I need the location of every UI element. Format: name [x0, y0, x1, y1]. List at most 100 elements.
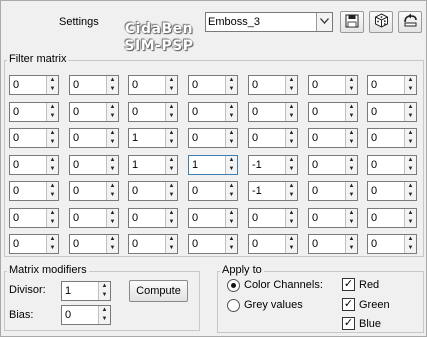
down-arrow-icon[interactable]: ▼: [47, 138, 58, 147]
matrix-cell-stepper[interactable]: 0 ▲ ▼: [69, 234, 119, 254]
down-arrow-icon[interactable]: ▼: [286, 138, 297, 147]
matrix-cell-stepper[interactable]: 0 ▲ ▼: [188, 234, 238, 254]
up-arrow-icon[interactable]: ▲: [405, 156, 416, 165]
up-arrow-icon[interactable]: ▲: [107, 156, 118, 165]
up-arrow-icon[interactable]: ▲: [166, 76, 177, 85]
matrix-cell-stepper[interactable]: 0 ▲ ▼: [9, 155, 59, 175]
matrix-cell-stepper[interactable]: 0 ▲ ▼: [69, 102, 119, 122]
up-arrow-icon[interactable]: ▲: [226, 129, 237, 138]
matrix-cell-stepper[interactable]: 0 ▲ ▼: [308, 155, 358, 175]
down-arrow-icon[interactable]: ▼: [166, 85, 177, 94]
up-arrow-icon[interactable]: ▲: [405, 182, 416, 191]
matrix-cell-stepper[interactable]: 0 ▲ ▼: [308, 208, 358, 228]
up-arrow-icon[interactable]: ▲: [99, 282, 110, 291]
down-arrow-icon[interactable]: ▼: [107, 191, 118, 200]
matrix-cell-stepper[interactable]: 0 ▲ ▼: [188, 128, 238, 148]
matrix-cell-stepper[interactable]: 0 ▲ ▼: [128, 181, 178, 201]
down-arrow-icon[interactable]: ▼: [405, 138, 416, 147]
matrix-cell-stepper[interactable]: 0 ▲ ▼: [9, 75, 59, 95]
up-arrow-icon[interactable]: ▲: [346, 209, 357, 218]
up-arrow-icon[interactable]: ▲: [47, 129, 58, 138]
up-arrow-icon[interactable]: ▲: [47, 182, 58, 191]
matrix-cell-stepper[interactable]: 0 ▲ ▼: [188, 102, 238, 122]
chevron-down-icon[interactable]: [316, 13, 332, 31]
up-arrow-icon[interactable]: ▲: [286, 235, 297, 244]
matrix-cell-stepper[interactable]: 0 ▲ ▼: [188, 208, 238, 228]
matrix-cell-stepper[interactable]: 0 ▲ ▼: [308, 234, 358, 254]
matrix-cell-stepper[interactable]: 0 ▲ ▼: [9, 181, 59, 201]
down-arrow-icon[interactable]: ▼: [47, 218, 58, 227]
down-arrow-icon[interactable]: ▼: [107, 112, 118, 121]
grey-values-radio[interactable]: [227, 299, 240, 312]
down-arrow-icon[interactable]: ▼: [286, 191, 297, 200]
matrix-cell-stepper[interactable]: 0 ▲ ▼: [248, 234, 298, 254]
down-arrow-icon[interactable]: ▼: [47, 85, 58, 94]
color-channels-radio[interactable]: [227, 279, 240, 292]
up-arrow-icon[interactable]: ▲: [107, 76, 118, 85]
down-arrow-icon[interactable]: ▼: [47, 112, 58, 121]
compute-button[interactable]: Compute: [129, 280, 188, 302]
up-arrow-icon[interactable]: ▲: [346, 129, 357, 138]
down-arrow-icon[interactable]: ▼: [346, 218, 357, 227]
up-arrow-icon[interactable]: ▲: [226, 182, 237, 191]
down-arrow-icon[interactable]: ▼: [346, 85, 357, 94]
matrix-cell-stepper[interactable]: 0 ▲ ▼: [128, 102, 178, 122]
down-arrow-icon[interactable]: ▼: [286, 85, 297, 94]
up-arrow-icon[interactable]: ▲: [405, 209, 416, 218]
matrix-cell-stepper[interactable]: 0 ▲ ▼: [69, 208, 119, 228]
up-arrow-icon[interactable]: ▲: [405, 76, 416, 85]
down-arrow-icon[interactable]: ▼: [166, 138, 177, 147]
down-arrow-icon[interactable]: ▼: [226, 191, 237, 200]
matrix-cell-stepper[interactable]: 0 ▲ ▼: [367, 181, 417, 201]
down-arrow-icon[interactable]: ▼: [286, 165, 297, 174]
up-arrow-icon[interactable]: ▲: [107, 209, 118, 218]
up-arrow-icon[interactable]: ▲: [226, 235, 237, 244]
matrix-cell-stepper[interactable]: 0 ▲ ▼: [188, 181, 238, 201]
up-arrow-icon[interactable]: ▲: [47, 156, 58, 165]
divisor-stepper[interactable]: 1 ▲ ▼: [61, 281, 111, 301]
matrix-cell-stepper[interactable]: 0 ▲ ▼: [248, 128, 298, 148]
down-arrow-icon[interactable]: ▼: [226, 244, 237, 253]
down-arrow-icon[interactable]: ▼: [286, 244, 297, 253]
down-arrow-icon[interactable]: ▼: [166, 112, 177, 121]
up-arrow-icon[interactable]: ▲: [47, 209, 58, 218]
matrix-cell-stepper[interactable]: 0 ▲ ▼: [69, 181, 119, 201]
up-arrow-icon[interactable]: ▲: [226, 103, 237, 112]
blue-checkbox[interactable]: ✓: [342, 317, 355, 330]
matrix-cell-stepper[interactable]: 0 ▲ ▼: [308, 102, 358, 122]
down-arrow-icon[interactable]: ▼: [107, 244, 118, 253]
matrix-cell-stepper[interactable]: 0 ▲ ▼: [367, 102, 417, 122]
down-arrow-icon[interactable]: ▼: [405, 218, 416, 227]
matrix-cell-stepper[interactable]: 0 ▲ ▼: [128, 75, 178, 95]
down-arrow-icon[interactable]: ▼: [286, 112, 297, 121]
matrix-cell-stepper[interactable]: 0 ▲ ▼: [188, 75, 238, 95]
up-arrow-icon[interactable]: ▲: [286, 156, 297, 165]
down-arrow-icon[interactable]: ▼: [166, 165, 177, 174]
green-checkbox[interactable]: ✓: [342, 298, 355, 311]
up-arrow-icon[interactable]: ▲: [405, 103, 416, 112]
up-arrow-icon[interactable]: ▲: [99, 306, 110, 315]
matrix-cell-stepper[interactable]: 0 ▲ ▼: [9, 102, 59, 122]
down-arrow-icon[interactable]: ▼: [166, 191, 177, 200]
matrix-cell-stepper[interactable]: 0 ▲ ▼: [9, 208, 59, 228]
matrix-cell-stepper[interactable]: 0 ▲ ▼: [69, 128, 119, 148]
down-arrow-icon[interactable]: ▼: [99, 291, 110, 300]
down-arrow-icon[interactable]: ▼: [405, 112, 416, 121]
up-arrow-icon[interactable]: ▲: [346, 156, 357, 165]
bias-stepper[interactable]: 0 ▲ ▼: [61, 305, 111, 325]
up-arrow-icon[interactable]: ▲: [226, 156, 237, 165]
matrix-cell-stepper[interactable]: 0 ▲ ▼: [367, 155, 417, 175]
matrix-cell-stepper[interactable]: 0 ▲ ▼: [367, 75, 417, 95]
matrix-cell-stepper[interactable]: 1 ▲ ▼: [128, 155, 178, 175]
matrix-cell-stepper[interactable]: 0 ▲ ▼: [128, 208, 178, 228]
down-arrow-icon[interactable]: ▼: [286, 218, 297, 227]
up-arrow-icon[interactable]: ▲: [346, 182, 357, 191]
matrix-cell-stepper[interactable]: 0 ▲ ▼: [248, 75, 298, 95]
matrix-cell-stepper[interactable]: 0 ▲ ▼: [9, 128, 59, 148]
down-arrow-icon[interactable]: ▼: [226, 112, 237, 121]
save-preset-button[interactable]: [340, 11, 364, 33]
matrix-cell-stepper[interactable]: 0 ▲ ▼: [69, 155, 119, 175]
matrix-cell-stepper[interactable]: -1 ▲ ▼: [248, 155, 298, 175]
down-arrow-icon[interactable]: ▼: [166, 244, 177, 253]
down-arrow-icon[interactable]: ▼: [346, 138, 357, 147]
